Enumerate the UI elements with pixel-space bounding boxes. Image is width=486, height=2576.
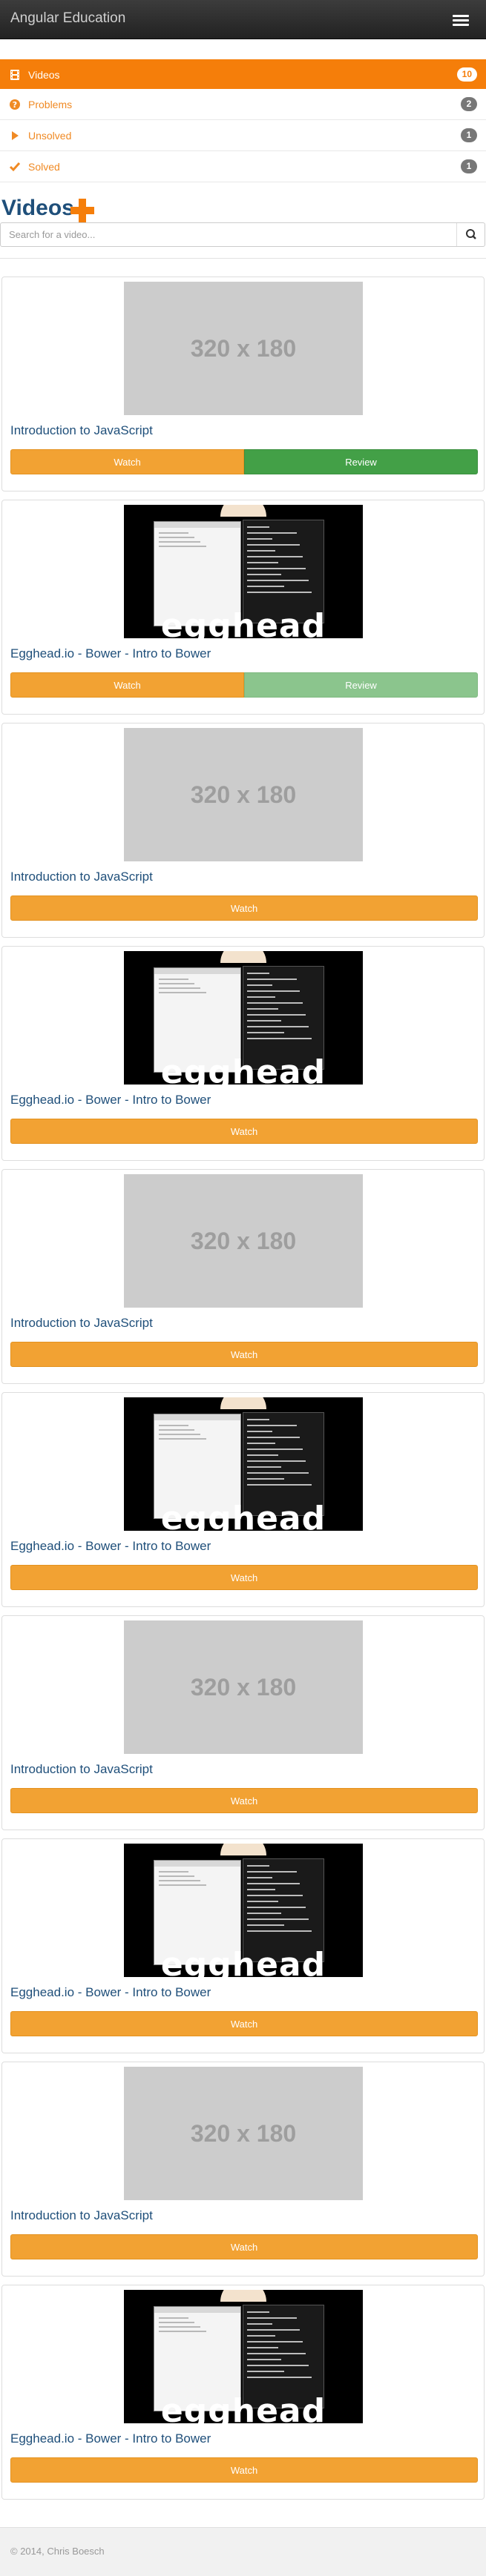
watch-button[interactable]: Watch — [10, 1119, 478, 1144]
video-card: egghead Egghead.io - Bower - Intro to Bow… — [1, 1392, 485, 1607]
video-title[interactable]: Introduction to JavaScript — [10, 423, 153, 438]
video-card: egghead Egghead.io - Bower - Intro to Bow… — [1, 2285, 485, 2500]
egghead-wordmark: egghead — [160, 1053, 326, 1085]
svg-text:?: ? — [13, 100, 17, 110]
footer: © 2014, Chris Boesch — [0, 2527, 486, 2576]
video-title[interactable]: Introduction to JavaScript — [10, 1762, 153, 1777]
watch-button[interactable]: Watch — [10, 1342, 478, 1367]
divider — [0, 258, 486, 259]
search-input[interactable] — [1, 223, 453, 246]
video-card: egghead Egghead.io - Bower - Intro to Bow… — [1, 1838, 485, 2053]
watch-button[interactable]: Watch — [10, 895, 478, 921]
egghead-wordmark: egghead — [160, 1500, 326, 1531]
video-card: 320 x 180 Introduction to JavaScript Watch — [1, 1169, 485, 1384]
egghead-logo-dome — [220, 2290, 266, 2302]
video-title[interactable]: Egghead.io - Bower - Intro to Bower — [10, 2431, 211, 2446]
watch-button[interactable]: Watch — [10, 2457, 478, 2483]
video-thumbnail-placeholder[interactable]: 320 x 180 — [124, 282, 363, 415]
video-thumbnail-egghead[interactable]: egghead — [124, 505, 363, 638]
video-thumbnail-placeholder[interactable]: 320 x 180 — [124, 728, 363, 861]
video-title[interactable]: Egghead.io - Bower - Intro to Bower — [10, 1539, 211, 1554]
watch-button[interactable]: Watch — [10, 449, 244, 474]
thumbnail-size-label: 320 x 180 — [190, 781, 297, 808]
video-thumbnail-placeholder[interactable]: 320 x 180 — [124, 1174, 363, 1308]
egghead-logo-dome — [220, 1844, 266, 1855]
egghead-logo-dome — [220, 1397, 266, 1409]
watch-button[interactable]: Watch — [10, 672, 244, 698]
watch-button[interactable]: Watch — [10, 1565, 478, 1590]
film-icon — [10, 70, 19, 80]
question-circle-icon: ? — [10, 99, 20, 110]
side-nav: Videos 10 ? Problems 2 Unsolved 1 Solved… — [0, 59, 486, 182]
review-button[interactable]: Review — [244, 672, 478, 698]
search-button[interactable] — [456, 223, 485, 246]
video-title[interactable]: Introduction to JavaScript — [10, 1316, 153, 1331]
egghead-wordmark: egghead — [160, 1946, 326, 1977]
thumbnail-size-label: 320 x 180 — [190, 1228, 297, 1254]
video-card: 320 x 180 Introduction to JavaScript Watch — [1, 723, 485, 938]
egghead-wordmark: egghead — [160, 2392, 326, 2423]
thumbnail-size-label: 320 x 180 — [190, 1674, 297, 1701]
thumbnail-size-label: 320 x 180 — [190, 335, 297, 362]
video-card: egghead Egghead.io - Bower - Intro to Bow… — [1, 500, 485, 715]
video-title[interactable]: Introduction to JavaScript — [10, 2208, 153, 2223]
nav-item-videos[interactable]: Videos 10 — [0, 59, 486, 89]
nav-item-problems[interactable]: ? Problems 2 — [0, 89, 486, 120]
review-button[interactable]: Review — [244, 449, 478, 474]
count-badge: 10 — [456, 67, 477, 82]
thumbnail-size-label: 320 x 180 — [190, 2120, 297, 2147]
nav-item-label: Problems — [28, 99, 73, 110]
video-thumbnail-egghead[interactable]: egghead — [124, 951, 363, 1085]
copyright-text: © 2014, Chris Boesch — [10, 2546, 105, 2557]
egghead-wordmark: egghead — [160, 607, 326, 638]
page-title: Videos — [1, 196, 74, 220]
egghead-logo-dome — [220, 951, 266, 963]
plus-icon[interactable] — [70, 199, 94, 222]
video-card: 320 x 180 Introduction to JavaScript Watch — [1, 1615, 485, 1830]
video-thumbnail-egghead[interactable]: egghead — [124, 2290, 363, 2423]
video-title[interactable]: Introduction to JavaScript — [10, 870, 153, 884]
egghead-logo-dome — [220, 505, 266, 517]
video-card: egghead Egghead.io - Bower - Intro to Bow… — [1, 946, 485, 1161]
video-thumbnail-egghead[interactable]: egghead — [124, 1397, 363, 1531]
video-card: 320 x 180 Introduction to JavaScript Watch… — [1, 277, 485, 491]
video-title[interactable]: Egghead.io - Bower - Intro to Bower — [10, 1985, 211, 2000]
video-title[interactable]: Egghead.io - Bower - Intro to Bower — [10, 1093, 211, 1107]
video-thumbnail-placeholder[interactable]: 320 x 180 — [124, 1620, 363, 1754]
nav-item-label: Unsolved — [28, 130, 72, 142]
video-thumbnail-egghead[interactable]: egghead — [124, 1844, 363, 1977]
watch-button[interactable]: Watch — [10, 2234, 478, 2259]
top-navbar: Angular Education — [0, 0, 486, 39]
watch-button[interactable]: Watch — [10, 2011, 478, 2036]
watch-button[interactable]: Watch — [10, 1788, 478, 1813]
count-badge: 2 — [461, 97, 477, 111]
play-triangle-icon — [12, 131, 19, 140]
checkmark-icon — [9, 162, 21, 172]
nav-item-solved[interactable]: Solved 1 — [0, 151, 486, 182]
hamburger-menu-icon[interactable] — [446, 9, 476, 31]
nav-item-label: Videos — [28, 69, 60, 81]
count-badge: 1 — [461, 159, 477, 173]
count-badge: 1 — [461, 128, 477, 142]
video-thumbnail-placeholder[interactable]: 320 x 180 — [124, 2067, 363, 2200]
search-icon — [466, 229, 476, 239]
nav-item-label: Solved — [28, 161, 60, 173]
nav-item-unsolved[interactable]: Unsolved 1 — [0, 120, 486, 151]
search-box — [0, 222, 485, 247]
video-card: 320 x 180 Introduction to JavaScript Watch — [1, 2062, 485, 2277]
video-title[interactable]: Egghead.io - Bower - Intro to Bower — [10, 646, 211, 661]
brand-title[interactable]: Angular Education — [10, 10, 125, 27]
